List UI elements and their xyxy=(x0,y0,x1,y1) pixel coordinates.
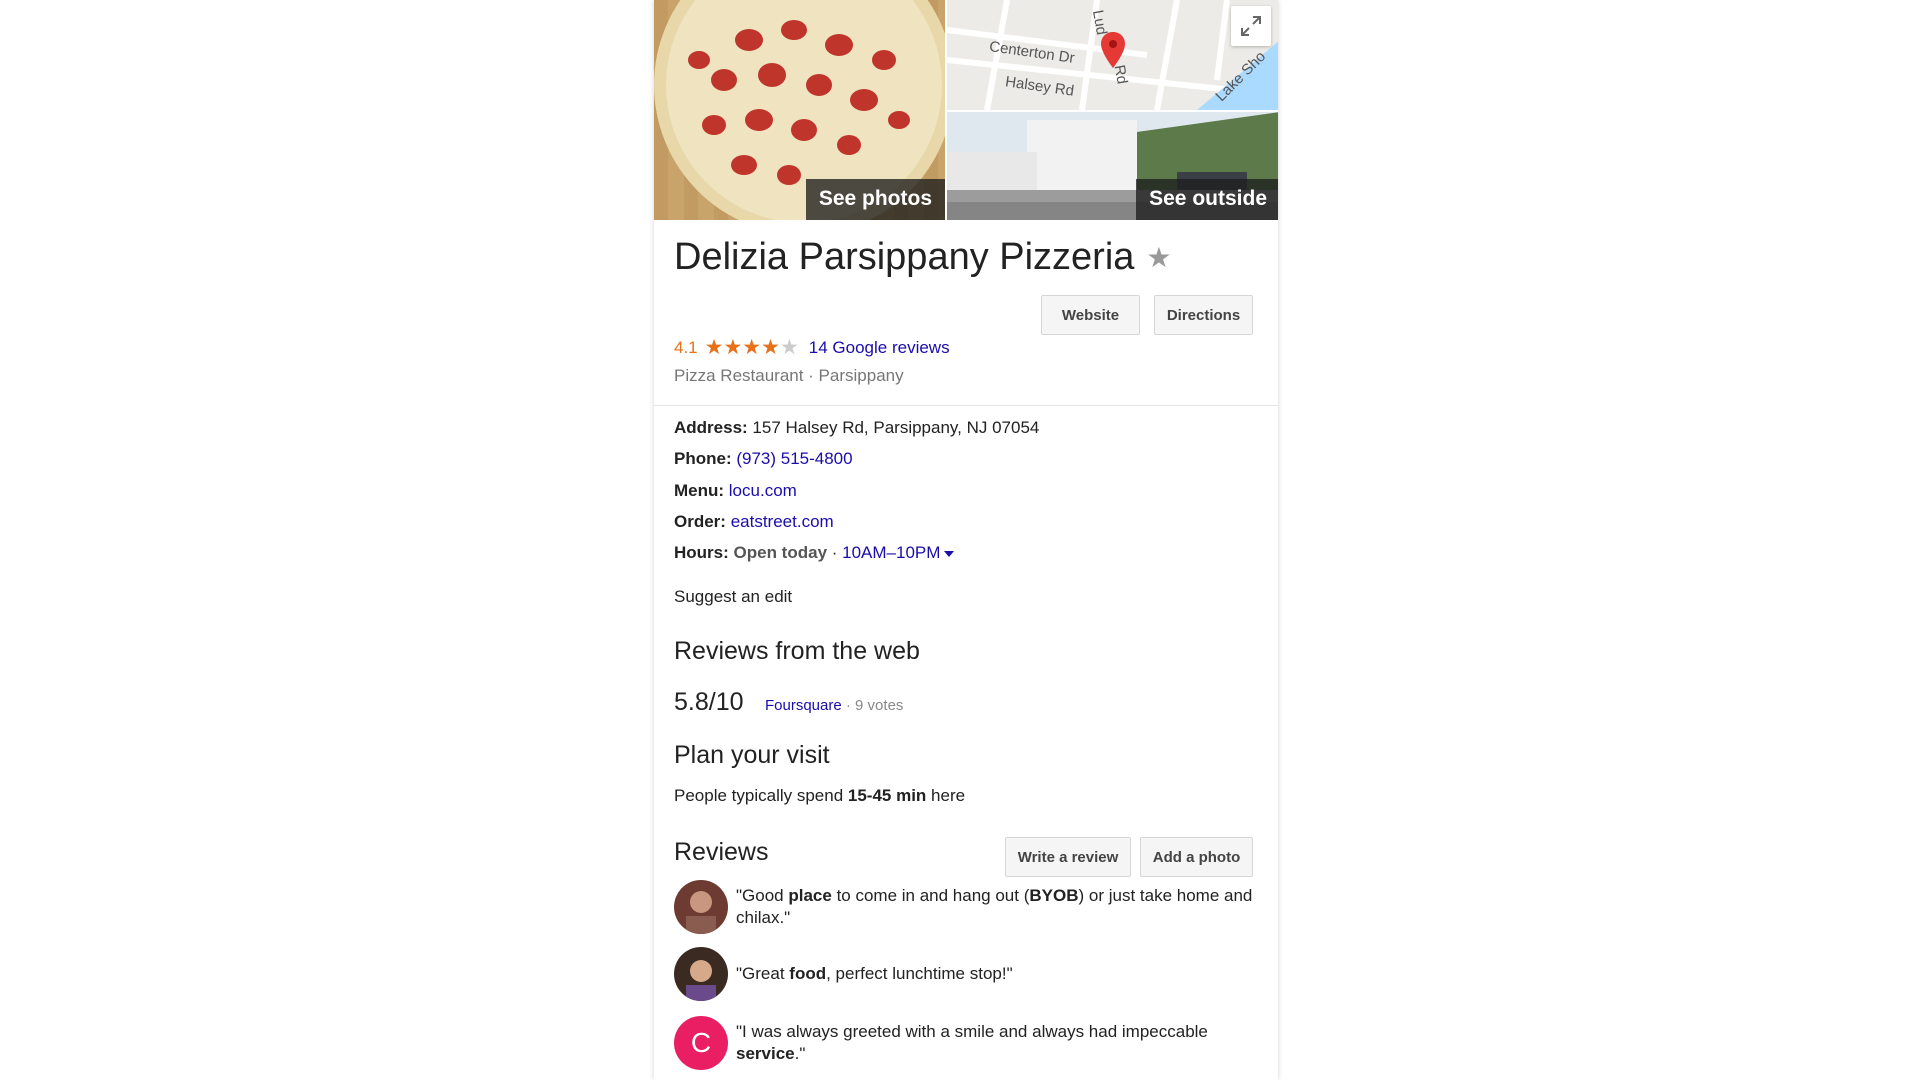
phone-label: Phone: xyxy=(674,449,732,468)
save-star-icon[interactable]: ★ xyxy=(1146,241,1171,274)
see-photos-button[interactable]: See photos xyxy=(805,179,945,220)
menu-link[interactable]: locu.com xyxy=(729,481,797,500)
hours-status: Open today xyxy=(733,543,828,562)
star-filled-icon: ★ xyxy=(742,336,762,359)
address-label: Address: xyxy=(674,418,748,437)
divider xyxy=(654,405,1278,406)
order-link[interactable]: eatstreet.com xyxy=(731,512,834,531)
avatar xyxy=(674,880,728,934)
place-title: Delizia Parsippany Pizzeria xyxy=(674,236,1135,278)
title-row: Delizia Parsippany Pizzeria ★ xyxy=(674,236,1172,279)
visit-duration-text: People typically spend 15-45 min here xyxy=(674,786,965,806)
review-text-part: "Great xyxy=(736,964,790,983)
review-text-part: "Good xyxy=(736,886,789,905)
review-text: "I was always greeted with a smile and a… xyxy=(736,1021,1254,1065)
website-button[interactable]: Website xyxy=(1041,295,1140,335)
hours-value: 10AM–10PM xyxy=(842,543,941,562)
review-keyword: place xyxy=(788,886,832,905)
user-avatar-image xyxy=(674,947,728,1001)
review-text-part: , perfect lunchtime stop!" xyxy=(826,964,1013,983)
review-item[interactable]: C "I was always greeted with a smile and… xyxy=(674,1016,1254,1070)
see-outside-button[interactable]: See outside xyxy=(1136,179,1278,220)
map-pin-icon xyxy=(1101,32,1125,68)
hours-dropdown[interactable]: 10AM–10PM xyxy=(842,543,955,562)
directions-button[interactable]: Directions xyxy=(1154,295,1253,335)
suggest-edit-link[interactable]: Suggest an edit xyxy=(674,587,792,607)
phone-link[interactable]: (973) 515-4800 xyxy=(736,449,852,468)
star-filled-icon: ★ xyxy=(761,336,780,359)
address-row: Address: 157 Halsey Rd, Parsippany, NJ 0… xyxy=(674,418,1039,438)
chevron-down-icon xyxy=(944,550,955,557)
review-text: "Good place to come in and hang out (BYO… xyxy=(736,885,1254,929)
hours-row: Hours: Open today · 10AM–10PM xyxy=(674,543,955,563)
review-text-part: ." xyxy=(794,1044,806,1063)
user-avatar-image xyxy=(674,880,728,934)
order-label: Order: xyxy=(674,512,726,531)
web-score: 5.8/10 xyxy=(674,688,744,716)
place-category: Pizza Restaurant · Parsippany xyxy=(674,366,904,385)
review-keyword: service xyxy=(736,1044,795,1063)
avatar: C xyxy=(674,1016,728,1070)
media-strip: See photos Centerton Dr Halsey Rd Lud Rd… xyxy=(654,0,1278,220)
review-keyword: BYOB xyxy=(1029,886,1079,905)
menu-row: Menu: locu.com xyxy=(674,481,797,501)
avatar xyxy=(674,947,728,1001)
phone-row: Phone: (973) 515-4800 xyxy=(674,449,853,469)
review-text-part: to come in and hang out ( xyxy=(831,886,1030,905)
vote-count: · 9 votes xyxy=(841,697,904,714)
address-value: 157 Halsey Rd, Parsippany, NJ 07054 xyxy=(752,418,1040,437)
write-review-button[interactable]: Write a review xyxy=(1005,837,1131,877)
rating-row: 4.1 ★ ★ ★ ★ ★ 14 Google reviews xyxy=(674,336,950,359)
review-item[interactable]: "Great food, perfect lunchtime stop!" xyxy=(674,947,1254,1001)
add-photo-button[interactable]: Add a photo xyxy=(1140,837,1253,877)
street-view-thumbnail[interactable]: See outside xyxy=(945,112,1278,220)
rating-stars: ★ ★ ★ ★ ★ xyxy=(704,336,799,359)
review-text-part: "I was always greeted with a smile and a… xyxy=(736,1022,1208,1041)
expand-icon xyxy=(1241,16,1261,36)
review-item[interactable]: "Good place to come in and hang out (BYO… xyxy=(674,880,1254,934)
visit-text-after: here xyxy=(926,786,966,805)
star-filled-icon: ★ xyxy=(723,336,743,359)
visit-duration: 15-45 min xyxy=(847,786,927,805)
web-reviews-title: Reviews from the web xyxy=(674,637,920,665)
map-thumbnail[interactable]: Centerton Dr Halsey Rd Lud Rd Lake Sho xyxy=(945,0,1278,110)
visit-text-before: People typically spend xyxy=(674,786,848,805)
google-reviews-link[interactable]: 14 Google reviews xyxy=(809,338,950,358)
pizza-photo[interactable]: See photos xyxy=(654,0,945,220)
rating-value: 4.1 xyxy=(674,338,698,357)
review-keyword: food xyxy=(789,964,827,983)
reviews-title: Reviews xyxy=(674,838,769,866)
web-score-source: Foursquare · 9 votes xyxy=(765,697,903,714)
plan-visit-title: Plan your visit xyxy=(674,741,830,769)
review-text: "Great food, perfect lunchtime stop!" xyxy=(736,963,1013,985)
star-empty-icon: ★ xyxy=(779,336,799,359)
menu-label: Menu: xyxy=(674,481,725,500)
expand-map-button[interactable] xyxy=(1231,6,1271,46)
hours-label: Hours: xyxy=(674,543,729,562)
foursquare-link[interactable]: Foursquare xyxy=(765,697,842,714)
hours-separator: · xyxy=(827,543,843,562)
star-filled-icon: ★ xyxy=(704,336,724,359)
knowledge-panel: See photos Centerton Dr Halsey Rd Lud Rd… xyxy=(654,0,1278,1080)
order-row: Order: eatstreet.com xyxy=(674,512,834,532)
